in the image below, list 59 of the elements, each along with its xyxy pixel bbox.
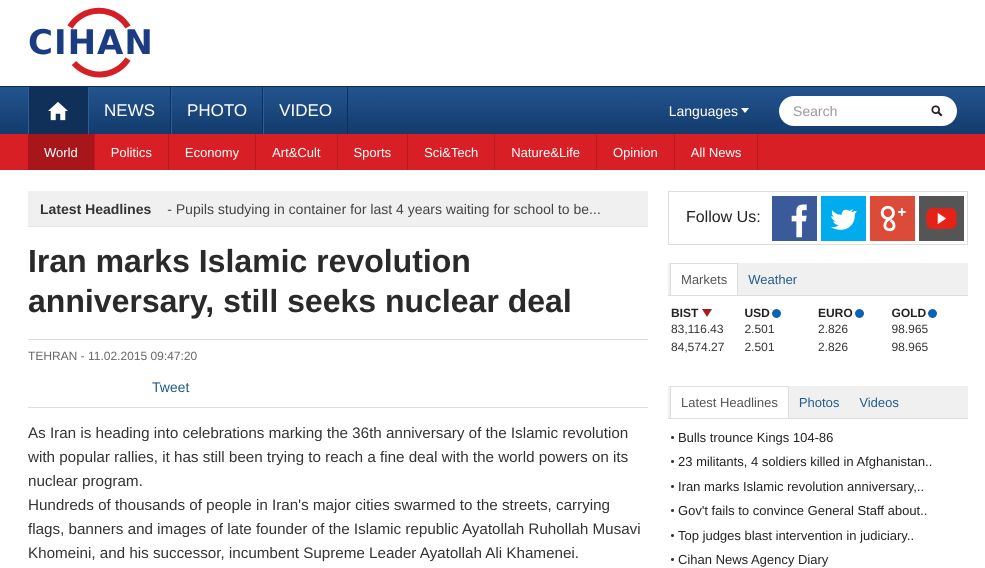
article-title: Iran marks Islamic revolution anniversary, still seeks nuclear deal [28,242,573,321]
market-value: 2.826 [818,339,850,356]
market-name: BIST [671,306,698,320]
status-dot-icon [928,308,938,318]
bullet-icon [671,436,674,439]
ticker-label: Latest Headlines [40,200,152,216]
bullet-icon [671,558,674,562]
home-icon [47,100,69,120]
article-paragraph: As Iran is heading into celebrations marking the 36th anniversary of the Islamic revolution with popular rallies, it has still been trying to reach a fine deal with the world powers on its nuclear program. [28,424,630,492]
market-value: 2.501 [744,339,776,356]
follow-label: Follow Us: [686,209,761,227]
market-name: GOLD [892,306,926,320]
facebook-icon[interactable] [772,196,817,240]
market-value: 98.965 [892,321,930,338]
market-value: 83,116.43 [671,321,724,338]
category-tab[interactable]: Nature&Life [495,134,597,170]
category-tab[interactable]: Art&Cult [256,134,338,170]
languages-menu[interactable]: Languages [668,102,749,118]
logo[interactable]: CIHAN [28,7,160,79]
panel-tab[interactable]: Videos [849,386,909,418]
tweet-link[interactable]: Tweet [152,379,190,395]
headline-link[interactable]: 23 militants, 4 soldiers killed in Afghanistan.. [678,454,932,470]
down-arrow-icon [702,309,712,317]
headline-link[interactable]: Top judges blast intervention in judiciary.. [678,528,914,543]
category-tab[interactable]: Politics [94,134,169,170]
category-tab[interactable]: Sports [338,134,408,170]
google-plus-icon[interactable] [870,196,915,240]
panel-tab[interactable]: Photos [788,386,850,418]
bullet-icon [671,534,674,537]
market-value: 84,574.27 [671,339,726,356]
search-field[interactable]: Search [779,96,957,126]
headline-link[interactable]: Cihan News Agency Diary [678,552,828,568]
panel-tab[interactable]: Weather [738,263,808,295]
category-tab[interactable]: Economy [168,134,256,170]
status-dot-icon [854,308,864,318]
category-tab[interactable]: World [28,134,95,170]
market-name: EURO [818,306,853,320]
ticker-headline[interactable]: - Pupils studying in container for last 4 years waiting for school to be... [167,200,601,216]
article-paragraph: Hundreds of thousands of people in Iran's major cities swarmed to the streets, carrying flags, banners and images of late founder of the Islamic republic Ayatollah Ruhollah Musavi Khomeini, and his successor, incumbent Supreme Leader Ayatollah Ali Khamenei. [28,496,642,564]
market-value: 98.965 [892,339,930,356]
market-value: 2.826 [818,321,850,338]
video-play-icon[interactable] [919,196,964,240]
bullet-icon [671,484,674,488]
headline-link[interactable]: Gov't fails to convince General Staff about.. [678,503,928,518]
panel-tab[interactable]: Markets [670,263,738,295]
status-dot-icon [772,308,781,318]
dateline: TEHRAN - 11.02.2015 09:47:20 [28,349,198,363]
bullet-icon [671,509,674,512]
bullet-icon [671,460,674,464]
category-tab[interactable]: Opinion [596,134,675,170]
market-name: USD [744,306,770,320]
search-icon[interactable] [931,104,943,116]
category-tab[interactable]: All News [674,134,758,170]
panel-tab[interactable]: Latest Headlines [670,386,789,418]
home-button[interactable] [28,87,88,134]
category-tab[interactable]: Sci&Tech [408,134,496,170]
headline-link[interactable]: Iran marks Islamic revolution anniversary,.. [678,478,924,494]
market-value: 2.501 [744,321,776,338]
headline-link[interactable]: Bulls trounce Kings 104-86 [678,430,834,445]
